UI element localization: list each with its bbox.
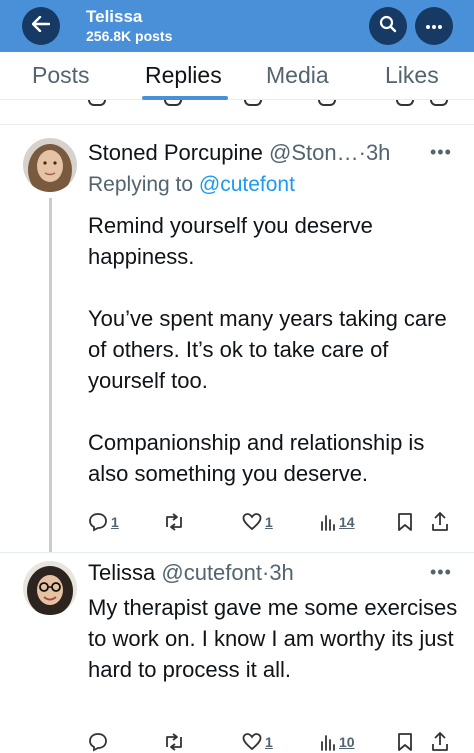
share-icon [431,512,449,532]
bookmark-button[interactable] [397,728,413,753]
tweet-actions: 1 1 14 [0,508,474,536]
reply-icon [88,512,108,532]
tweet-time: ·3h [262,560,294,585]
tweet-text: Remind yourself you deserve happiness. Y… [88,213,447,486]
author-handle[interactable]: @Ston… [269,140,359,165]
retweet-icon [163,733,185,751]
tweet-author-line: Stoned Porcupine @Ston…·3h [88,140,390,166]
back-arrow-icon [31,15,51,37]
divider [0,124,474,125]
replying-mention[interactable]: @cutefont [199,173,295,196]
more-icon [425,17,443,35]
bookmark-icon [397,512,413,532]
views-count: 14 [339,514,355,530]
views-count: 10 [339,734,355,750]
tweet-time: ·3h [358,140,391,165]
tab-media[interactable]: Media [266,62,329,89]
tab-replies[interactable]: Replies [145,62,222,89]
previous-tweet-actions [0,100,474,112]
views-button[interactable]: 10 [320,728,355,753]
profile-tabs: Posts Replies Media Likes [0,52,474,100]
back-button[interactable] [22,7,60,45]
reply-count: 1 [111,514,119,530]
views-icon [320,513,336,531]
profile-name: Telissa [86,7,143,26]
like-icon [242,513,262,531]
avatar[interactable] [23,561,77,615]
profile-header: Telissa 256.8K posts [0,0,474,52]
replying-label: Replying to [88,173,199,196]
divider [0,552,474,553]
like-icon [242,733,262,751]
tweet-more-icon[interactable]: ••• [430,562,452,583]
more-button[interactable] [415,7,453,45]
reply-icon [88,732,108,752]
thread-line [49,198,52,553]
share-button[interactable] [431,728,449,753]
search-icon [379,15,397,38]
share-button[interactable] [431,508,449,536]
bookmark-icon [397,732,413,752]
tab-likes[interactable]: Likes [385,62,439,89]
post-count: 256.8K posts [86,28,173,44]
author-name[interactable]: Stoned Porcupine [88,140,263,165]
views-icon [320,733,336,751]
like-count: 1 [265,514,273,530]
tweet-actions: 1 10 [0,728,474,753]
reply-button[interactable] [88,728,108,753]
retweet-icon [163,513,185,531]
reply-button[interactable]: 1 [88,508,119,536]
retweet-button[interactable] [163,508,185,536]
share-icon [431,732,449,752]
replying-to: Replying to @cutefont [88,173,295,197]
author-handle[interactable]: @cutefont [161,560,262,585]
bookmark-button[interactable] [397,508,413,536]
like-count: 1 [265,734,273,750]
tweet-text: My therapist gave me some exercises to w… [88,595,458,682]
avatar[interactable] [23,138,77,192]
author-name[interactable]: Telissa [88,560,155,585]
tweet-more-icon[interactable]: ••• [430,142,452,163]
like-button[interactable]: 1 [242,728,273,753]
retweet-button[interactable] [163,728,185,753]
tab-posts[interactable]: Posts [32,62,90,89]
tweet-author-line: Telissa @cutefont·3h [88,560,294,586]
views-button[interactable]: 14 [320,508,355,536]
search-button[interactable] [369,7,407,45]
like-button[interactable]: 1 [242,508,273,536]
